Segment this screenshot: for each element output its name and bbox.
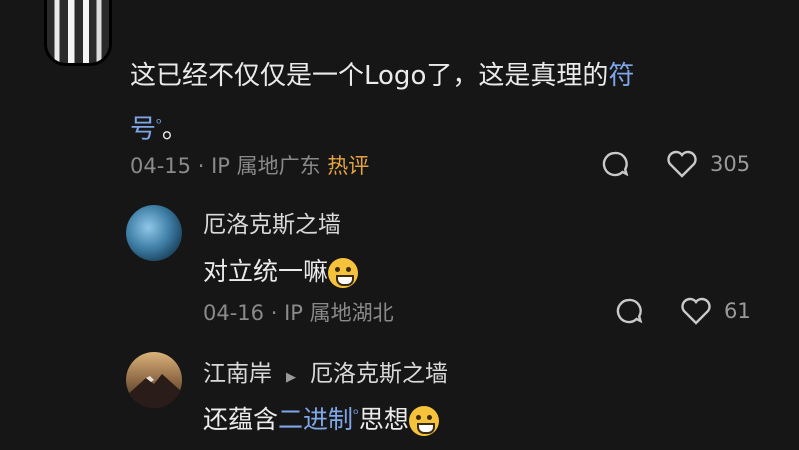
mountain-icon	[126, 374, 182, 408]
reply-text: 还蕴含二进制ᵒ思想	[203, 400, 439, 436]
search-link[interactable]: 符	[608, 61, 634, 91]
reply-author[interactable]: 江南岸	[203, 361, 272, 387]
comment-text: 这已经不仅仅是一个Logo了，这是真理的符 号ᵒ。	[130, 52, 740, 154]
like-button[interactable]: 61	[680, 297, 751, 325]
reply-text-before: 还蕴含	[203, 405, 279, 434]
play-arrow-icon: ▶	[286, 370, 296, 385]
heart-icon	[681, 297, 711, 325]
like-button[interactable]: 305	[666, 150, 750, 178]
meta-separator: ·	[264, 301, 285, 325]
emoji-icon	[328, 258, 359, 288]
avatar[interactable]	[126, 352, 182, 408]
comment-text-body: 这已经不仅仅是一个Logo了，这是真理的	[130, 61, 609, 91]
comment-meta: 04-15 · IP 属地广东 热评	[130, 150, 369, 180]
hot-badge: 热评	[327, 154, 370, 178]
reply-location: IP 属地湖北	[284, 301, 394, 325]
comment-button[interactable]	[600, 149, 630, 179]
emoji-icon	[408, 406, 439, 436]
reply-text-body: 对立统一嘛	[203, 257, 329, 286]
meta-separator: ·	[191, 154, 212, 178]
reply-author[interactable]: 厄洛克斯之墙	[203, 205, 341, 239]
reply-text: 对立统一嘛	[203, 252, 359, 288]
avatar[interactable]	[44, 0, 112, 66]
heart-icon	[667, 150, 697, 178]
comment-icon	[602, 151, 629, 177]
like-count: 61	[724, 299, 751, 323]
search-link-cont[interactable]: 号	[130, 115, 156, 145]
reply-to-author[interactable]: 厄洛克斯之墙	[310, 361, 448, 387]
reply-header: 江南岸 ▶ 厄洛克斯之墙	[203, 354, 448, 388]
reply-text-after: 思想	[358, 405, 409, 434]
search-link[interactable]: 二进制	[278, 405, 353, 434]
comment-text-end: 。	[161, 114, 188, 145]
comment-date: 04-15	[130, 154, 192, 178]
comment-location: IP 属地广东	[211, 154, 321, 178]
reply-meta: 04-16 · IP 属地湖北	[203, 297, 394, 327]
like-count: 305	[710, 152, 751, 176]
avatar[interactable]	[126, 205, 182, 261]
reply-date: 04-16	[203, 301, 265, 325]
comment-button[interactable]	[614, 296, 644, 326]
comment-icon	[616, 298, 643, 324]
